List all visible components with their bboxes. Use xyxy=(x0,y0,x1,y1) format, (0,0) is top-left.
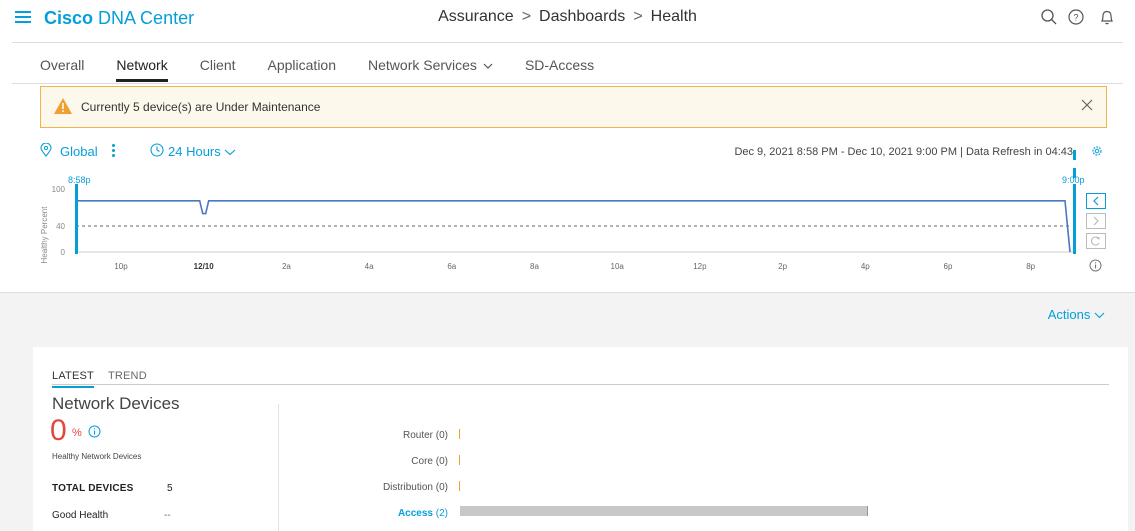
chevron-left-icon xyxy=(1093,196,1099,206)
network-devices-card xyxy=(33,347,1128,531)
y-tick-label: 40 xyxy=(56,222,65,231)
category-bar-access[interactable] xyxy=(460,506,868,516)
tab-overall[interactable]: Overall xyxy=(40,46,84,82)
chart-next-button[interactable] xyxy=(1086,213,1106,229)
total-devices-value: 5 xyxy=(167,483,173,494)
category-bar xyxy=(459,455,460,465)
healthy-devices-label: Healthy Network Devices xyxy=(52,452,142,461)
breadcrumb-item[interactable]: Assurance xyxy=(438,8,514,25)
x-tick-labels: 10p 12/10 2a 4a 6a 8a 10a 12p 2p 4p 6p 8p xyxy=(114,262,1035,271)
breadcrumb-item: Health xyxy=(650,8,697,25)
good-health-value: -- xyxy=(164,510,171,521)
subtabs-divider xyxy=(52,384,1109,385)
percent-unit: % xyxy=(72,427,82,439)
chevron-down-icon xyxy=(483,63,493,69)
breadcrumb-item[interactable]: Dashboards xyxy=(539,8,625,25)
gear-icon[interactable] xyxy=(1091,145,1103,157)
refresh-icon xyxy=(1091,236,1100,246)
tab-trend[interactable]: TREND xyxy=(108,370,147,388)
chevron-down-icon xyxy=(225,149,236,156)
svg-text:?: ? xyxy=(1073,13,1078,23)
category-bar xyxy=(459,429,460,439)
health-series-line xyxy=(77,200,1071,253)
tab-latest[interactable]: LATEST xyxy=(52,370,94,388)
category-router: Router (0) xyxy=(402,430,448,441)
info-icon[interactable] xyxy=(1089,259,1102,272)
chart-reset-button[interactable] xyxy=(1086,233,1106,249)
category-access-link[interactable]: Access (2) xyxy=(288,508,448,519)
top-header: Cisco DNA Center Assurance > Dashboards > He… xyxy=(0,0,1135,40)
tab-network[interactable]: Network xyxy=(116,46,168,82)
tab-network-services[interactable]: Network Services xyxy=(368,46,493,82)
x-tick-label: 4a xyxy=(365,262,374,271)
health-percent-value: 0 xyxy=(50,414,67,447)
pause-icon[interactable] xyxy=(1073,147,1081,178)
info-icon[interactable] xyxy=(88,425,101,438)
card-divider xyxy=(278,404,279,531)
range-start-label: 8:58p xyxy=(68,175,91,185)
range-end-handle[interactable] xyxy=(1073,184,1076,254)
chevron-down-icon xyxy=(1094,312,1105,319)
actions-dropdown[interactable]: Actions xyxy=(1048,307,1105,322)
x-tick-label: 12p xyxy=(693,262,707,271)
x-tick-label: 6a xyxy=(447,262,456,271)
dashboard-tabs: Overall Network Client Application Netwo… xyxy=(40,46,626,84)
x-tick-label: 10p xyxy=(114,262,128,271)
latest-trend-tabs: LATEST TREND xyxy=(52,370,161,388)
location-pin-icon xyxy=(40,143,52,157)
clock-icon xyxy=(150,143,164,157)
breadcrumb-separator: > xyxy=(521,8,532,25)
y-tick-label: 0 xyxy=(61,248,66,257)
y-tick-label: 100 xyxy=(52,185,66,194)
maintenance-alert: Currently 5 device(s) are Under Maintena… xyxy=(40,86,1107,128)
category-bar xyxy=(459,481,460,491)
bell-icon[interactable] xyxy=(1098,8,1116,26)
x-tick-label: 2p xyxy=(778,262,787,271)
x-tick-label: 12/10 xyxy=(194,262,215,271)
more-options-icon[interactable] xyxy=(110,143,116,157)
y-axis-label: Healthy Percent xyxy=(40,206,49,264)
category-distribution: Distribution (0) xyxy=(382,482,448,493)
tab-client[interactable]: Client xyxy=(200,46,236,82)
category-core: Core (0) xyxy=(411,456,448,467)
tabs-divider xyxy=(12,83,1123,84)
date-range-text: Dec 9, 2021 8:58 PM - Dec 10, 2021 9:00 … xyxy=(734,146,1073,158)
health-timeline-chart[interactable]: Healthy Percent 100 40 0 10p 12/10 2a 4a 6a 8… xyxy=(0,168,1135,278)
range-end-label: 9:00p xyxy=(1062,175,1085,185)
chevron-right-icon xyxy=(1093,216,1099,226)
x-tick-label: 8a xyxy=(530,262,539,271)
warning-icon xyxy=(54,98,72,114)
x-tick-label: 10a xyxy=(611,262,625,271)
breadcrumb-separator: > xyxy=(633,8,643,25)
time-range-selector[interactable]: 24 Hours xyxy=(168,144,236,159)
total-devices-label: TOTAL DEVICES xyxy=(52,483,134,494)
breadcrumb: Assurance > Dashboards > Health xyxy=(0,8,1135,26)
tab-sd-access[interactable]: SD-Access xyxy=(525,46,594,82)
help-icon[interactable]: ? xyxy=(1067,8,1085,26)
chart-prev-button[interactable] xyxy=(1086,193,1106,209)
range-start-handle[interactable] xyxy=(75,184,78,254)
tab-application[interactable]: Application xyxy=(268,46,337,82)
close-icon[interactable] xyxy=(1080,98,1094,112)
alert-message: Currently 5 device(s) are Under Maintena… xyxy=(81,100,321,114)
search-icon[interactable] xyxy=(1040,8,1058,26)
x-tick-label: 4p xyxy=(861,262,870,271)
x-tick-label: 8p xyxy=(1026,262,1035,271)
x-tick-label: 2a xyxy=(282,262,291,271)
header-divider xyxy=(12,42,1123,43)
good-health-label: Good Health xyxy=(52,510,109,521)
x-tick-label: 6p xyxy=(944,262,953,271)
location-selector[interactable]: Global xyxy=(60,144,98,159)
card-title: Network Devices xyxy=(52,394,180,413)
